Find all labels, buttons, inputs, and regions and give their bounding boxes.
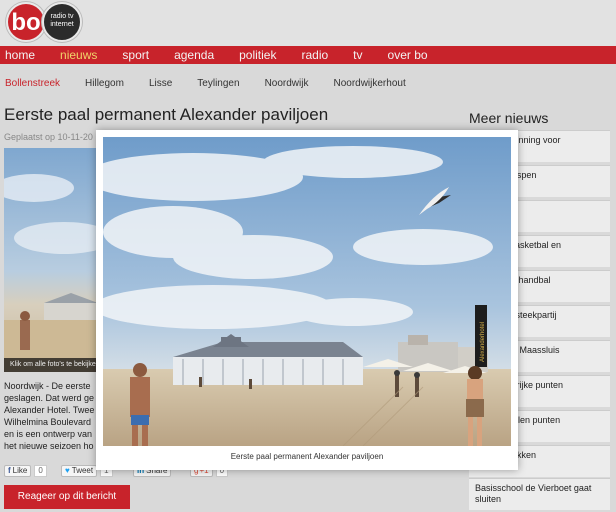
facebook-icon: f — [8, 466, 11, 475]
logo-bo: bo — [6, 2, 46, 42]
nav-sport[interactable]: sport — [122, 46, 149, 64]
article-title: Eerste paal permanent Alexander paviljoe… — [4, 105, 329, 124]
nav-nieuws[interactable]: nieuws — [60, 46, 97, 64]
nav-agenda[interactable]: agenda — [174, 46, 214, 64]
article-thumbnail[interactable]: Klik om alle foto's te bekijken — [4, 148, 98, 372]
subnav-noordwijkerhout[interactable]: Noordwijkerhout — [333, 74, 405, 94]
article-line: het nieuwe seizoen ho — [4, 441, 94, 451]
nav-radio[interactable]: radio — [301, 46, 328, 64]
article-line: Noordwijk - De eerste — [4, 381, 91, 391]
subnav-noordwijk[interactable]: Noordwijk — [265, 74, 309, 94]
lightbox-photo[interactable]: Alexanderhotel — [103, 137, 511, 446]
like-count: 0 — [34, 465, 47, 477]
thumbnail-caption[interactable]: Klik om alle foto's te bekijken — [4, 358, 98, 372]
news-item[interactable]: Basisschool de Vierboet gaat sluiten — [469, 478, 610, 510]
tweet-button[interactable]: ♥ Tweet — [61, 465, 98, 477]
facebook-share: f Like 0 — [4, 465, 47, 477]
twitter-icon: ♥ — [65, 466, 70, 475]
subnav-hillegom[interactable]: Hillegom — [85, 74, 124, 94]
subnav-lisse[interactable]: Lisse — [149, 74, 172, 94]
article-body: Noordwijk - De eerste geslagen. Dat werd… — [4, 380, 98, 452]
sub-nav: Bollenstreek Hillegom Lisse Teylingen No… — [0, 74, 616, 94]
photo-lightbox: Alexanderhotel Eerste paal permanent Ale… — [96, 130, 518, 470]
site-logo[interactable]: bo radio tv internet — [6, 2, 82, 42]
article-line: Wilhelmina Boulevard — [4, 417, 92, 427]
logo-tagline: radio tv internet — [42, 2, 82, 42]
nav-tv[interactable]: tv — [353, 46, 362, 64]
main-nav: home nieuws sport agenda politiek radio … — [0, 46, 616, 64]
article-line: geslagen. Dat werd ge — [4, 393, 95, 403]
banner-text: Alexanderhotel — [480, 322, 486, 362]
react-button[interactable]: Reageer op dit bericht — [4, 485, 130, 509]
article-line: Alexander Hotel. Twee — [4, 405, 95, 415]
subnav-teylingen[interactable]: Teylingen — [197, 74, 239, 94]
lightbox-caption: Eerste paal permanent Alexander paviljoe… — [230, 452, 384, 461]
facebook-like-button[interactable]: f Like — [4, 465, 32, 477]
beach-pavilion-illustration: Alexanderhotel — [103, 137, 511, 446]
thumbnail-photo — [4, 174, 98, 372]
article-line: en is een ontwerp van — [4, 429, 93, 439]
nav-home[interactable]: home — [5, 46, 35, 64]
site-header: bo radio tv internet — [0, 0, 616, 46]
article-date: Geplaatst op 10-11-20 — [4, 132, 93, 142]
more-news-title: Meer nieuws — [469, 110, 549, 126]
nav-over-bo[interactable]: over bo — [388, 46, 428, 64]
nav-politiek[interactable]: politiek — [239, 46, 276, 64]
subnav-bollenstreek[interactable]: Bollenstreek — [5, 74, 60, 94]
